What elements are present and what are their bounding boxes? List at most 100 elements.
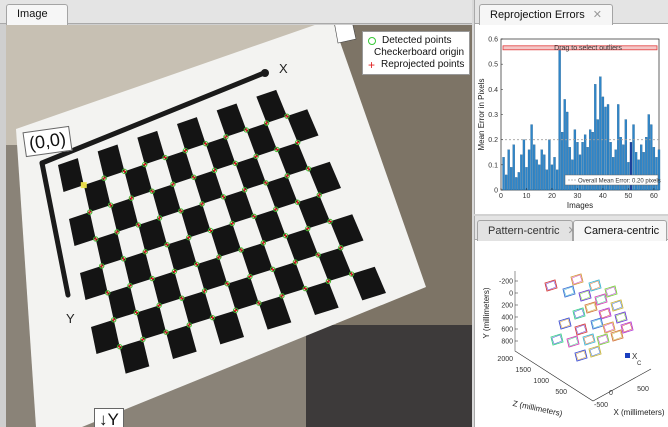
mean-legend-label: Overall Mean Error: 0.20 pixels — [578, 179, 661, 185]
image-tabbar: Image — [0, 0, 472, 25]
y-tick-label: 0 — [494, 188, 498, 195]
bar — [532, 144, 536, 191]
tab-reprojection-errors[interactable]: Reprojection Errors ✕ — [479, 4, 613, 25]
pattern-board — [596, 333, 610, 346]
x-tick-label: 30 — [574, 193, 582, 200]
pattern-board — [602, 321, 616, 334]
y-arrow-label: ↓Y — [94, 408, 124, 427]
board-x-axis-end — [261, 69, 269, 77]
reprojection-tabbar: Reprojection Errors ✕ — [475, 0, 668, 25]
y-tick-label: 0.3 — [488, 112, 498, 119]
pattern-board — [584, 301, 598, 314]
y-tick-label: -200 — [499, 279, 513, 286]
y-tick-label: 0.2 — [488, 137, 498, 144]
x-axis-label: X — [279, 61, 288, 76]
x-tick-label: 60 — [650, 193, 658, 200]
pattern-board — [578, 289, 592, 302]
pattern-board — [582, 333, 596, 346]
camera-centric-svg: -2000200400600800200015001000500 0-500500… — [482, 271, 665, 418]
y-tick-label: 0 — [509, 291, 513, 298]
pattern-board — [562, 285, 576, 298]
tab-image[interactable]: Image — [6, 4, 68, 25]
bar — [502, 157, 505, 191]
y-axis-title: Y (millimeters) — [482, 287, 491, 338]
bar — [545, 169, 549, 191]
y-tick-label: 200 — [501, 303, 513, 310]
legend-reprojected: + Reprojected points — [368, 59, 464, 71]
camera-centric-plot[interactable]: -200 0 200 400 600 800 2000 1500 1000 500 0 -500 500… — [475, 241, 668, 427]
bar — [540, 149, 543, 191]
x-axis-title: X (millimeters) — [613, 408, 664, 417]
legend-detected-label: Detected points — [382, 35, 452, 46]
tab-image-label: Image — [17, 8, 48, 20]
dark-cloth-region — [306, 325, 472, 427]
bar — [561, 131, 564, 191]
y-axis-label: Y — [66, 311, 75, 326]
bar — [504, 174, 508, 191]
reprojection-panel: Reprojection Errors ✕ Drag to select outl… — [474, 0, 668, 214]
bar — [538, 164, 541, 191]
close-icon[interactable]: ✕ — [593, 9, 602, 21]
pattern-board — [588, 279, 602, 292]
x-tick-label: 0 — [609, 390, 613, 397]
pattern-board — [588, 345, 602, 358]
bar — [510, 167, 513, 191]
bar — [543, 154, 546, 191]
x-tick-label: 40 — [599, 193, 607, 200]
pattern-board — [614, 311, 628, 324]
z-tick-label: 500 — [555, 389, 567, 396]
bar — [515, 177, 518, 191]
y-tick-label: 800 — [501, 339, 513, 346]
bar — [530, 124, 533, 191]
bar — [512, 144, 515, 191]
legend-reprojected-label: Reprojected points — [381, 59, 465, 70]
bar — [599, 76, 602, 191]
z-tick-label: 1000 — [533, 378, 549, 385]
bar — [553, 157, 556, 191]
bar — [522, 139, 526, 191]
y-tick-label: 0.5 — [488, 62, 498, 69]
pattern-board — [574, 349, 588, 362]
x-tick-label: 0 — [499, 193, 503, 200]
camera-calibrator-window: Image (0,0) X Y ↓Y Detected points Check… — [0, 0, 668, 427]
y-tick-label: 600 — [501, 327, 513, 334]
tab-camera-centric[interactable]: Camera-centric✕ — [573, 220, 668, 241]
bar — [558, 46, 561, 191]
tab-pattern-centric[interactable]: Pattern-centric✕ — [477, 220, 577, 241]
drag-hint-text: Drag to select outliers — [554, 45, 622, 52]
pattern-board — [610, 299, 624, 312]
pattern-board — [604, 285, 618, 298]
x-tick-label: -500 — [594, 402, 608, 409]
image-pane: Image (0,0) X Y ↓Y Detected points Check… — [0, 0, 472, 427]
checkerboard-canvas — [6, 25, 472, 427]
pattern-board — [570, 273, 584, 286]
y-tick-label: 0.4 — [488, 87, 498, 94]
reprojection-chart[interactable]: Drag to select outliers 0 0.1 0.2 0.3 0.4 0.5 0… — [475, 25, 668, 214]
reprojection-chart-svg: Drag to select outliers 0 0.1 0.2 0.3 0.4 0.5 0… — [477, 37, 661, 211]
extrinsics-panel: Pattern-centric✕ Camera-centric✕ -200 0 20… — [474, 216, 668, 427]
point-legend: Detected points Checkerboard origin + Re… — [362, 31, 470, 75]
pattern-board — [574, 323, 588, 336]
y-tick-label: 0.6 — [488, 37, 498, 44]
pattern-board — [598, 307, 612, 320]
pattern-boards — [544, 273, 634, 362]
bar — [548, 139, 551, 191]
pattern-board — [566, 335, 580, 348]
bar — [535, 159, 538, 191]
x-tick-label: 50 — [625, 193, 633, 200]
x-tick-label: 20 — [548, 193, 556, 200]
checkerboard-image[interactable]: (0,0) X Y ↓Y Detected points Checkerboar… — [6, 25, 472, 427]
extrinsics-tabbar: Pattern-centric✕ Camera-centric✕ — [475, 216, 668, 241]
bar — [527, 149, 531, 191]
legend-origin: Checkerboard origin — [368, 47, 464, 59]
bar — [550, 164, 554, 191]
y-tick-label: 400 — [501, 315, 513, 322]
pattern-board — [544, 279, 558, 292]
x-tick-label: 500 — [637, 386, 649, 393]
pattern-board — [590, 317, 604, 330]
camera-marker — [625, 353, 630, 358]
bar — [520, 154, 523, 191]
y-axis-title: Mean Error in Pixels — [477, 78, 486, 150]
pattern-board — [594, 293, 608, 306]
z-axis-title: Z (millimeters) — [512, 399, 564, 418]
